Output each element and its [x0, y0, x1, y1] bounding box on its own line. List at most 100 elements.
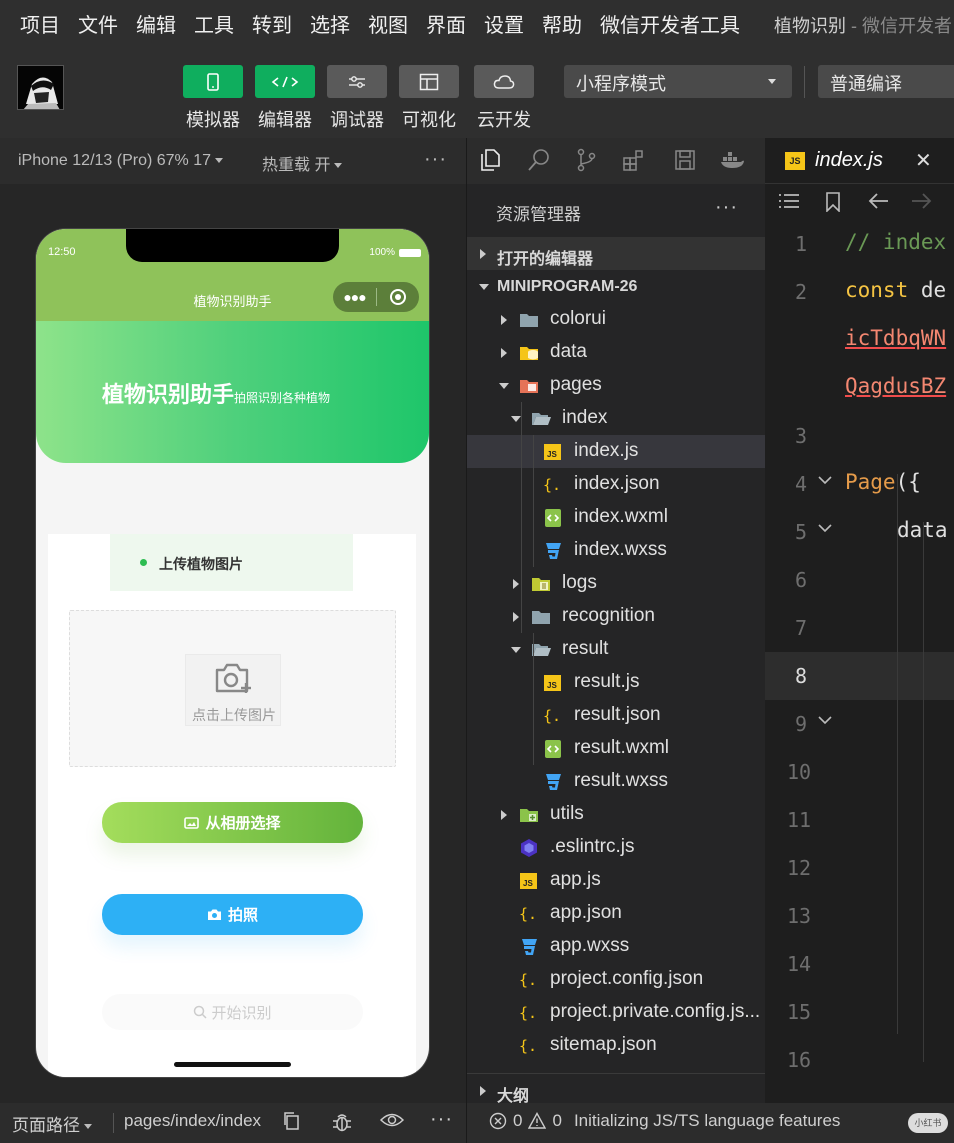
close-icon[interactable]: ✕ [915, 148, 932, 173]
tree-item[interactable]: logs [467, 567, 765, 600]
outline-section[interactable]: 大纲 [467, 1073, 765, 1106]
menu-goto[interactable]: 转到 [234, 9, 292, 38]
search-tab[interactable] [527, 148, 551, 177]
chevron-right-icon[interactable] [499, 315, 509, 325]
page-path-label: 页面路径 [12, 1116, 80, 1135]
open-editors-label: 打开的编辑器 [497, 251, 594, 268]
chevron-right-icon[interactable] [511, 579, 521, 589]
simulator-more-button[interactable]: ··· [424, 148, 447, 171]
tree-item[interactable]: {..} result.json [467, 699, 765, 732]
tree-item-label: index.json [574, 473, 660, 494]
fold-chevron-icon[interactable] [817, 522, 833, 534]
capsule-close-button[interactable] [377, 288, 419, 306]
chevron-down-icon[interactable] [511, 645, 521, 655]
project-section[interactable]: MINIPROGRAM-26 [467, 270, 765, 303]
device-select[interactable]: iPhone 12/13 (Pro) 67% 17 [18, 152, 224, 170]
tree-item[interactable]: index [467, 402, 765, 435]
problems-status[interactable]: 0 0 Initializing JS/TS language features [489, 1111, 840, 1131]
tree-item[interactable]: index.wxss [467, 534, 765, 567]
preview-button[interactable] [379, 1111, 405, 1134]
wxss-file-icon [522, 939, 537, 955]
editor-button[interactable] [255, 65, 315, 98]
menu-settings[interactable]: 设置 [466, 9, 524, 38]
error-icon [489, 1112, 507, 1130]
compile-select[interactable]: 普通编译 [818, 65, 954, 98]
open-editors-section[interactable]: 打开的编辑器 [467, 237, 765, 270]
editor-tab[interactable]: JS index.js ✕ [765, 138, 954, 184]
footer-divider [113, 1113, 114, 1133]
mode-select[interactable]: 小程序模式 [564, 65, 792, 98]
tree-item[interactable]: JS index.js [467, 435, 765, 468]
extensions-tab[interactable] [622, 148, 646, 177]
footer-more-button[interactable]: ··· [430, 1108, 453, 1131]
docker-tab[interactable] [719, 148, 745, 177]
chevron-down-icon[interactable] [511, 414, 521, 424]
bookmark-button[interactable] [825, 192, 841, 217]
code-line: 11 [765, 796, 954, 844]
tree-item[interactable]: pages [467, 369, 765, 402]
tree-item[interactable]: index.wxml [467, 501, 765, 534]
code-area[interactable]: 1 // index 2 const de icTdbqWN QagdusBZ 3 4 Page… [765, 220, 954, 1110]
tree-item[interactable]: JS result.js [467, 666, 765, 699]
debug-button[interactable] [331, 1111, 353, 1138]
simulator-button[interactable] [183, 65, 243, 98]
menu-select[interactable]: 选择 [292, 9, 350, 38]
outline-toggle-button[interactable] [777, 192, 801, 215]
cloud-button[interactable] [474, 65, 534, 98]
take-photo-button[interactable]: 拍照 [102, 894, 363, 935]
source-control-tab[interactable] [575, 148, 597, 177]
tree-item[interactable]: colorui [467, 303, 765, 336]
visual-button[interactable] [399, 65, 459, 98]
explorer-more-button[interactable]: ··· [715, 196, 738, 219]
storage-tab[interactable] [674, 148, 696, 177]
tree-item[interactable]: app.wxss [467, 930, 765, 963]
upload-area[interactable]: 点击上传图片 [69, 610, 396, 767]
chevron-down-icon[interactable] [499, 381, 509, 391]
tree-item[interactable]: {..} index.json [467, 468, 765, 501]
tree-item[interactable]: .eslintrc.js [467, 831, 765, 864]
status-bar: 0 0 Initializing JS/TS language features… [467, 1103, 954, 1143]
menu-view[interactable]: 视图 [350, 9, 408, 38]
back-button[interactable] [868, 192, 890, 215]
tree-item[interactable]: {..} project.private.config.js... [467, 996, 765, 1029]
tree-item[interactable]: data [467, 336, 765, 369]
menu-edit[interactable]: 编辑 [118, 9, 176, 38]
menu-wechat-devtools[interactable]: 微信开发者工具 [582, 9, 740, 38]
tree-item[interactable]: JS app.js [467, 864, 765, 897]
hot-reload-toggle[interactable]: 热重载 开 [262, 151, 343, 175]
copy-path-button[interactable] [282, 1111, 300, 1136]
capsule-more-button[interactable]: ●●● [333, 289, 376, 305]
tree-item[interactable]: result [467, 633, 765, 666]
tree-item[interactable]: {..} sitemap.json [467, 1029, 765, 1062]
chevron-right-icon[interactable] [499, 348, 509, 358]
menu-help[interactable]: 帮助 [524, 9, 582, 38]
fold-chevron-icon[interactable] [817, 474, 833, 486]
tree-item[interactable]: result.wxss [467, 765, 765, 798]
upload-button[interactable]: 点击上传图片 [185, 654, 281, 726]
chevron-right-icon[interactable] [511, 612, 521, 622]
tree-item[interactable]: utils [467, 798, 765, 831]
menu-interface[interactable]: 界面 [408, 9, 466, 38]
menu-tools[interactable]: 工具 [176, 9, 234, 38]
chevron-right-icon[interactable] [499, 810, 509, 820]
line-number: 13 [787, 904, 812, 928]
avatar[interactable] [17, 65, 64, 110]
forward-button[interactable] [910, 192, 932, 215]
page-path-select[interactable]: 页面路径 [12, 1111, 92, 1136]
debugger-button[interactable] [327, 65, 387, 98]
debug-sliders-icon [349, 75, 365, 88]
line-number: 10 [787, 760, 812, 784]
upload-tab[interactable]: 上传植物图片 [110, 534, 353, 591]
tree-item[interactable]: result.wxml [467, 732, 765, 765]
tree-item[interactable]: recognition [467, 600, 765, 633]
tree-item[interactable]: {..} app.json [467, 897, 765, 930]
line-number: 4 [794, 472, 807, 496]
menu-project[interactable]: 项目 [0, 9, 60, 38]
menu-file[interactable]: 文件 [60, 9, 118, 38]
choose-from-album-button[interactable]: 从相册选择 [102, 802, 363, 843]
start-recognition-button[interactable]: 开始识别 [102, 994, 363, 1030]
fold-chevron-icon[interactable] [817, 714, 833, 726]
explorer-tab[interactable] [479, 148, 501, 177]
tree-item[interactable]: {..} project.config.json [467, 963, 765, 996]
arrow-left-icon [868, 193, 888, 209]
